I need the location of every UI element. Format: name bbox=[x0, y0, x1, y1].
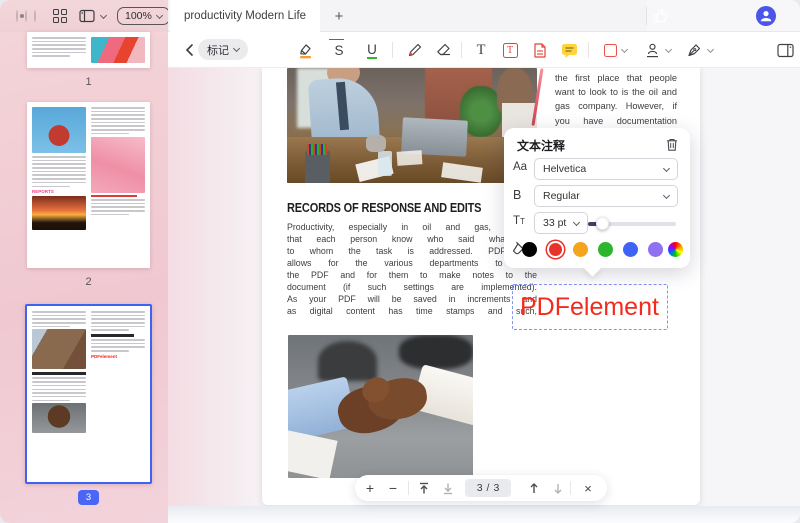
thumbnail-page-2[interactable]: REPORTS bbox=[27, 102, 150, 268]
window-minimize-button[interactable] bbox=[25, 10, 27, 22]
inserted-text-box[interactable]: PDFelement bbox=[512, 284, 668, 330]
zoom-in-button[interactable]: + bbox=[363, 475, 377, 501]
handshake-photo bbox=[288, 335, 473, 478]
color-swatch-red-selected[interactable] bbox=[549, 243, 562, 256]
color-swatch-custom-rainbow[interactable] bbox=[668, 242, 683, 257]
text-annotation-panel: 文本注释 Aa Helvetica B Regular TT 33 pt bbox=[504, 128, 690, 268]
back-icon[interactable] bbox=[180, 32, 198, 68]
page-number-badge-3: 3 bbox=[78, 490, 99, 505]
thumb3-left-column bbox=[32, 311, 86, 433]
current-page: 3 bbox=[477, 482, 483, 494]
page-navigation-bar: + − 3 / 3 × bbox=[355, 475, 607, 501]
font-style-select[interactable]: Regular bbox=[534, 185, 678, 207]
next-page-button[interactable] bbox=[551, 475, 565, 501]
page-indicator[interactable]: 3 / 3 bbox=[465, 479, 511, 497]
note-icon[interactable] bbox=[531, 32, 549, 68]
color-swatch-green[interactable] bbox=[598, 242, 613, 257]
thumb3-pdfelement-text: PDFelement bbox=[91, 354, 145, 359]
trash-icon[interactable] bbox=[665, 137, 679, 152]
rectangle-shape-icon bbox=[604, 44, 617, 57]
divider bbox=[461, 42, 462, 58]
font-family-value: Helvetica bbox=[543, 163, 586, 175]
divider bbox=[392, 42, 393, 58]
add-text-icon[interactable]: T bbox=[473, 32, 489, 68]
zoom-level-value: 100% bbox=[125, 10, 152, 22]
strikethrough-icon[interactable]: S bbox=[331, 32, 347, 68]
tab-productivity-modern-life[interactable]: productivity Modern Life bbox=[170, 0, 320, 32]
signature-pen-dropdown[interactable] bbox=[683, 32, 715, 68]
title-bar-left: 100% bbox=[0, 0, 168, 32]
close-pager-button[interactable]: × bbox=[581, 475, 595, 501]
account-avatar[interactable] bbox=[756, 6, 776, 26]
eraser-icon[interactable] bbox=[434, 32, 454, 68]
tab-bar-right-zone bbox=[647, 0, 800, 31]
tab-title: productivity Modern Life bbox=[184, 10, 306, 22]
thumb3-right-column: PDFelement bbox=[91, 311, 145, 433]
divider bbox=[570, 481, 571, 495]
panel-title: 文本注释 bbox=[517, 137, 565, 154]
font-size-slider[interactable] bbox=[588, 222, 676, 226]
font-size-select[interactable]: 33 pt bbox=[534, 212, 588, 234]
window-bottom-edge bbox=[168, 506, 800, 523]
left-column-paragraph: Productivity, especially in oil and gas,… bbox=[287, 221, 537, 317]
thumb2-reports-heading: REPORTS bbox=[32, 189, 86, 194]
font-style-label: B bbox=[513, 188, 533, 202]
window-close-button[interactable] bbox=[16, 10, 18, 22]
office-meeting-photo bbox=[287, 68, 537, 183]
font-size-label: TT bbox=[513, 215, 533, 227]
right-column-paragraph: the first place that people want to look… bbox=[555, 71, 677, 128]
thumbs-up-icon[interactable] bbox=[652, 8, 669, 25]
document-viewport[interactable]: RECORDS OF RESPONSE AND EDITS Productivi… bbox=[168, 68, 800, 523]
comment-icon[interactable] bbox=[560, 32, 580, 68]
color-swatch-orange[interactable] bbox=[573, 242, 588, 257]
text-box-icon[interactable]: T bbox=[501, 32, 519, 68]
highlight-icon[interactable] bbox=[295, 32, 315, 68]
title-bar: 100% productivity Modern Life + bbox=[0, 0, 800, 32]
inserted-text: PDFelement bbox=[513, 293, 659, 322]
right-panel-toggle-icon[interactable] bbox=[776, 32, 796, 68]
font-family-select[interactable]: Helvetica bbox=[534, 158, 678, 180]
thumbnail-page-1[interactable] bbox=[27, 32, 150, 68]
page-number-label-2: 2 bbox=[27, 276, 150, 288]
first-page-button[interactable] bbox=[417, 475, 431, 501]
color-swatch-black[interactable] bbox=[522, 242, 537, 257]
total-pages: 3 bbox=[493, 482, 499, 494]
slider-knob[interactable] bbox=[596, 217, 609, 230]
font-family-label: Aa bbox=[513, 161, 533, 173]
new-tab-button[interactable]: + bbox=[326, 0, 352, 32]
last-page-button[interactable] bbox=[441, 475, 455, 501]
pencil-icon[interactable] bbox=[405, 32, 425, 68]
zoom-level-dropdown[interactable]: 100% bbox=[117, 7, 170, 25]
page-separator: / bbox=[487, 482, 490, 494]
color-swatch-purple[interactable] bbox=[648, 242, 663, 257]
thumb2-left-column: REPORTS bbox=[32, 107, 86, 230]
thumbnail-sidebar: 1 REPORTS 2 bbox=[0, 32, 168, 523]
thumb2-right-column bbox=[91, 107, 145, 230]
underline-icon[interactable]: U bbox=[364, 32, 380, 68]
zoom-out-button[interactable]: − bbox=[386, 475, 400, 501]
text-lines-placeholder bbox=[32, 37, 86, 63]
divider bbox=[588, 42, 589, 58]
thumbnail-page-3-selected[interactable]: PDFelement bbox=[25, 304, 152, 484]
sidebar-toggle-icon[interactable] bbox=[79, 9, 106, 23]
divider bbox=[408, 481, 409, 495]
previous-page-button[interactable] bbox=[527, 475, 541, 501]
markup-mode-label: 标记 bbox=[207, 42, 229, 58]
font-style-value: Regular bbox=[543, 190, 580, 202]
font-size-value: 33 pt bbox=[543, 217, 566, 229]
color-swatch-blue[interactable] bbox=[623, 242, 638, 257]
markup-mode-dropdown[interactable]: 标记 bbox=[198, 39, 248, 60]
stamp-dropdown[interactable] bbox=[642, 32, 672, 68]
tab-bar: productivity Modern Life + bbox=[168, 0, 800, 32]
window-zoom-button[interactable] bbox=[34, 10, 36, 22]
app-window: 100% productivity Modern Life + 标记 bbox=[0, 0, 800, 523]
page-number-label-1: 1 bbox=[27, 76, 150, 88]
thumbnail-grid-icon[interactable] bbox=[53, 9, 67, 23]
umbrella-photo-placeholder bbox=[91, 37, 145, 63]
annotation-toolbar: 标记 S U T T bbox=[168, 32, 800, 68]
shape-rectangle-dropdown[interactable] bbox=[601, 32, 629, 68]
